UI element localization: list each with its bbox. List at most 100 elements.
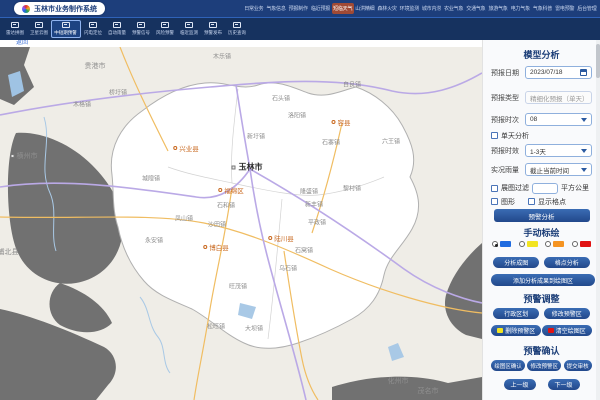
manual-draw-button-1[interactable]: 分析成图	[493, 257, 539, 268]
confirm-nav-button-2[interactable]: 下一级	[548, 379, 580, 390]
panel-scrollbar-thumb[interactable]	[596, 44, 600, 78]
toolbar-button-4[interactable]: 闪电定位	[81, 21, 105, 37]
toolbar-button-10[interactable]: 历史查询	[225, 21, 249, 37]
grid-label: 显示格点	[538, 197, 566, 207]
rain-value: 截止当前时间	[530, 165, 569, 175]
top-bar: 玉林市业务制作系统 日常业务气象信息预报制作临近预报短临天气山洪精细森林火灾环境…	[0, 0, 600, 17]
nav-item-4[interactable]: 临近预报	[309, 3, 331, 14]
adjust-chip-button-2[interactable]: 清空绘图区	[542, 325, 592, 336]
calendar-icon	[580, 69, 587, 76]
manual-draw-buttons: 分析成图格点分析	[491, 256, 592, 268]
top-nav: 日常业务气象信息预报制作临近预报短临天气山洪精细森林火灾环境监测城市内涝农业气象…	[243, 0, 598, 17]
nav-item-6[interactable]: 山洪精细	[354, 3, 376, 14]
nav-item-15[interactable]: 雷电预警	[554, 3, 576, 14]
nav-item-9[interactable]: 城市内涝	[420, 3, 442, 14]
confirm-button-3[interactable]: 提交审核	[564, 360, 592, 371]
color-swatch	[500, 241, 511, 247]
toolbar-button-label: 自动雨量	[108, 29, 126, 35]
document-icon	[113, 22, 121, 28]
draw-color-option-3[interactable]	[545, 241, 564, 247]
toolbar-button-label: 临近监测	[180, 29, 198, 35]
nav-item-14[interactable]: 气象科普	[531, 3, 553, 14]
toolbar-button-2[interactable]: 卫星云图	[27, 21, 51, 37]
nav-item-12[interactable]: 旅游气象	[487, 3, 509, 14]
forecast-time-value: 08	[530, 116, 537, 123]
warning-adjust-title: 预警调整	[491, 292, 592, 302]
toolbar-button-label: 卫星云图	[30, 29, 48, 35]
manual-draw-title: 手动标绘	[491, 226, 592, 236]
forecast-time-field: 预报时次 08	[491, 113, 592, 126]
confirm-button-1[interactable]: 绘图区确认	[491, 360, 525, 371]
toolbar-button-1[interactable]: 雷达拼图	[3, 21, 27, 37]
chevron-down-icon	[581, 168, 587, 172]
toolbar-button-label: 历史查询	[228, 29, 246, 35]
chevron-down-icon	[581, 149, 587, 153]
panel-scrollbar[interactable]	[596, 40, 600, 400]
adjust-chip-button-1[interactable]: 删除预警区	[491, 325, 541, 336]
app-logo[interactable]: 玉林市业务制作系统	[14, 2, 105, 15]
nav-item-7[interactable]: 森林火灾	[376, 3, 398, 14]
confirm-nav-row: 上一级 下一级	[491, 379, 592, 390]
adjust-buttons-row2: 删除预警区清空绘图区	[491, 325, 592, 336]
toolbar-button-8[interactable]: 临近监测	[177, 21, 201, 37]
draw-color-radios	[491, 240, 592, 248]
nav-item-2[interactable]: 气象信息	[265, 3, 287, 14]
map-canvas[interactable]: 木乐镇桥圩镇木格镇石头镇洛阳镇自良镇新圩镇石寨镇六王镇城隍镇黎村镇隆盛镇新丰镇石…	[0, 47, 482, 400]
draw-color-option-1[interactable]	[492, 241, 511, 247]
nav-item-3[interactable]: 预报制作	[287, 3, 309, 14]
adjust-button-1[interactable]: 行政区划	[493, 308, 539, 319]
document-icon	[35, 22, 43, 28]
validity-label: 预报时效	[491, 146, 525, 156]
color-swatch	[553, 241, 564, 247]
nav-item-13[interactable]: 电力气象	[509, 3, 531, 14]
radio-icon	[545, 241, 551, 247]
document-icon	[137, 22, 145, 28]
toolbar-button-label: 预警信号	[132, 29, 150, 35]
map-base-layer	[0, 47, 482, 400]
chevron-down-icon	[581, 118, 587, 122]
single-day-checkbox[interactable]	[491, 132, 498, 139]
forecast-type-input[interactable]: 精细化预报（单天）	[525, 91, 592, 104]
toolbar-button-label: 风险预警	[156, 29, 174, 35]
nav-item-11[interactable]: 交通气象	[465, 3, 487, 14]
forecast-type-field: 预报类型 精细化预报（单天）	[491, 91, 592, 104]
color-chip-icon	[548, 328, 554, 333]
grid-checkbox[interactable]	[528, 198, 535, 205]
toolbar-button-3[interactable]: 中短期预警	[51, 20, 81, 38]
filter-row: 展图过滤 平方公里	[491, 182, 592, 194]
filter-area-input[interactable]	[532, 183, 558, 194]
nav-item-10[interactable]: 农业气象	[443, 3, 465, 14]
nav-item-16[interactable]: 后台管理	[576, 3, 598, 14]
graph-label: 图形	[501, 197, 515, 207]
validity-select[interactable]: 1-3天	[525, 144, 592, 157]
nav-item-5[interactable]: 短临天气	[332, 3, 354, 14]
filter-checkbox[interactable]	[491, 185, 498, 192]
radio-icon	[492, 241, 498, 247]
draw-color-option-4[interactable]	[572, 241, 591, 247]
add-analysis-to-canvas-button[interactable]: 添加分析成果到绘图区	[491, 274, 595, 286]
color-chip-icon	[497, 328, 503, 333]
panel-title: 模型分析	[491, 48, 592, 58]
confirm-button-2[interactable]: 修改预警区	[527, 360, 561, 371]
toolbar-button-7[interactable]: 风险预警	[153, 21, 177, 37]
toolbar-button-9[interactable]: 预警发布	[201, 21, 225, 37]
confirm-nav-button-1[interactable]: 上一级	[504, 379, 536, 390]
graph-checkbox[interactable]	[491, 198, 498, 205]
draw-color-option-2[interactable]	[519, 241, 538, 247]
manual-draw-button-2[interactable]: 格点分析	[544, 257, 590, 268]
forecast-date-value: 2023/07/18	[530, 69, 563, 76]
toolbar-button-5[interactable]: 自动雨量	[105, 21, 129, 37]
back-link[interactable]: 返回	[16, 40, 28, 47]
forecast-date-input[interactable]: 2023/07/18	[525, 66, 592, 79]
document-icon	[233, 22, 241, 28]
forecast-time-select[interactable]: 08	[525, 113, 592, 126]
warning-analyze-button[interactable]: 预警分析	[494, 209, 590, 222]
rain-select[interactable]: 截止当前时间	[525, 163, 592, 176]
toolbar-button-6[interactable]: 预警信号	[129, 21, 153, 37]
single-day-label: 单天分析	[501, 131, 529, 141]
adjust-button-2[interactable]: 修改预警区	[544, 308, 590, 319]
document-icon	[185, 22, 193, 28]
nav-item-8[interactable]: 环境监测	[398, 3, 420, 14]
single-day-row: 单天分析	[491, 131, 592, 140]
nav-item-1[interactable]: 日常业务	[243, 3, 265, 14]
